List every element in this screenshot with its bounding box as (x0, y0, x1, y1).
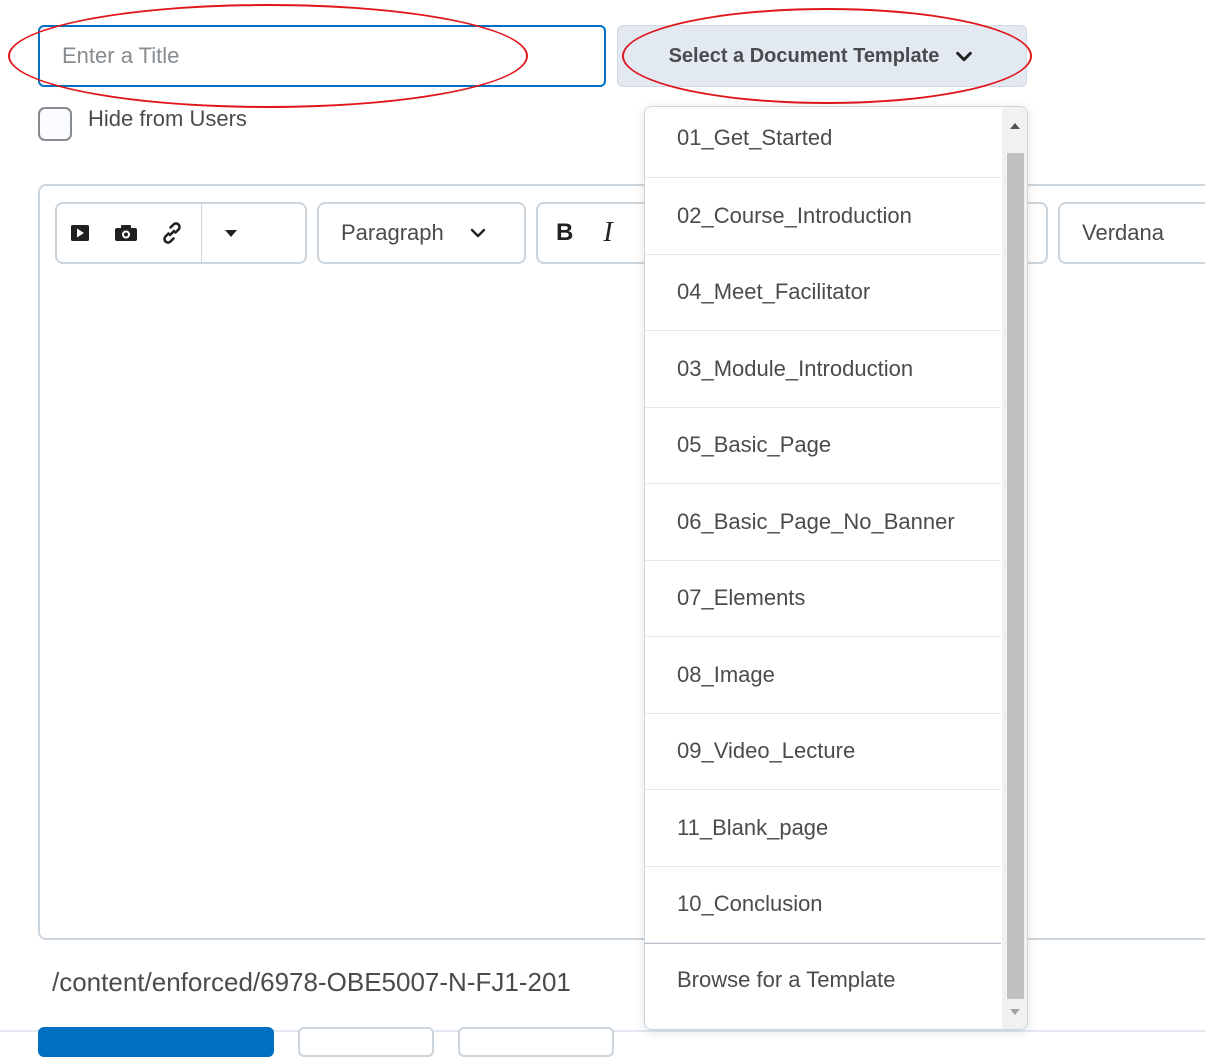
template-item[interactable]: 02_Course_Introduction (645, 178, 1001, 255)
italic-button[interactable]: I (603, 217, 612, 249)
template-item[interactable]: 09_Video_Lecture (645, 714, 1001, 790)
scrollbar-thumb[interactable] (1007, 153, 1024, 999)
template-item[interactable]: 07_Elements (645, 561, 1001, 637)
template-item[interactable]: 05_Basic_Page (645, 408, 1001, 484)
scroll-up-arrow-icon[interactable] (1010, 123, 1020, 129)
scroll-down-arrow-icon[interactable] (1010, 1009, 1020, 1015)
primary-action-button[interactable] (38, 1027, 274, 1057)
hide-from-users-label: Hide from Users (88, 106, 247, 131)
bold-button[interactable]: B (556, 219, 573, 247)
template-list: 01_Get_Started 02_Course_Introduction 04… (645, 107, 1001, 1015)
video-icon[interactable] (57, 204, 103, 262)
font-family-label: Verdana (1082, 220, 1164, 245)
content-path: /content/enforced/6978-OBE5007-N-FJ1-201 (52, 967, 571, 997)
block-format-select[interactable]: Paragraph (317, 202, 526, 264)
toolbar-separator (201, 203, 202, 263)
secondary-action-button[interactable] (298, 1027, 434, 1057)
hide-from-users-checkbox[interactable] (38, 107, 72, 141)
camera-icon[interactable] (103, 204, 149, 262)
select-template-button[interactable]: Select a Document Template (617, 25, 1027, 87)
template-item[interactable]: 10_Conclusion (645, 867, 1001, 943)
browse-template-item[interactable]: Browse for a Template (645, 943, 1001, 1015)
toolbar-insert-group (55, 202, 307, 264)
template-item[interactable]: 08_Image (645, 637, 1001, 714)
block-format-label: Paragraph (341, 220, 444, 245)
chevron-down-icon (470, 228, 485, 238)
chevron-down-icon (956, 51, 973, 62)
html-editor[interactable] (38, 184, 1205, 940)
select-template-label: Select a Document Template (668, 44, 940, 67)
template-item[interactable]: 04_Meet_Facilitator (645, 255, 1001, 331)
template-item[interactable]: 06_Basic_Page_No_Banner (645, 484, 1001, 561)
title-input[interactable] (38, 25, 606, 87)
template-item[interactable]: 11_Blank_page (645, 790, 1001, 867)
tertiary-action-button[interactable] (458, 1027, 614, 1057)
dropdown-scrollbar[interactable] (1002, 107, 1027, 1029)
template-dropdown-menu: 01_Get_Started 02_Course_Introduction 04… (644, 106, 1028, 1030)
more-dropdown-icon[interactable] (208, 204, 254, 262)
template-item[interactable]: 01_Get_Started (645, 107, 1001, 178)
link-icon[interactable] (149, 204, 195, 262)
font-family-select[interactable]: Verdana (1058, 202, 1205, 264)
template-item[interactable]: 03_Module_Introduction (645, 331, 1001, 408)
